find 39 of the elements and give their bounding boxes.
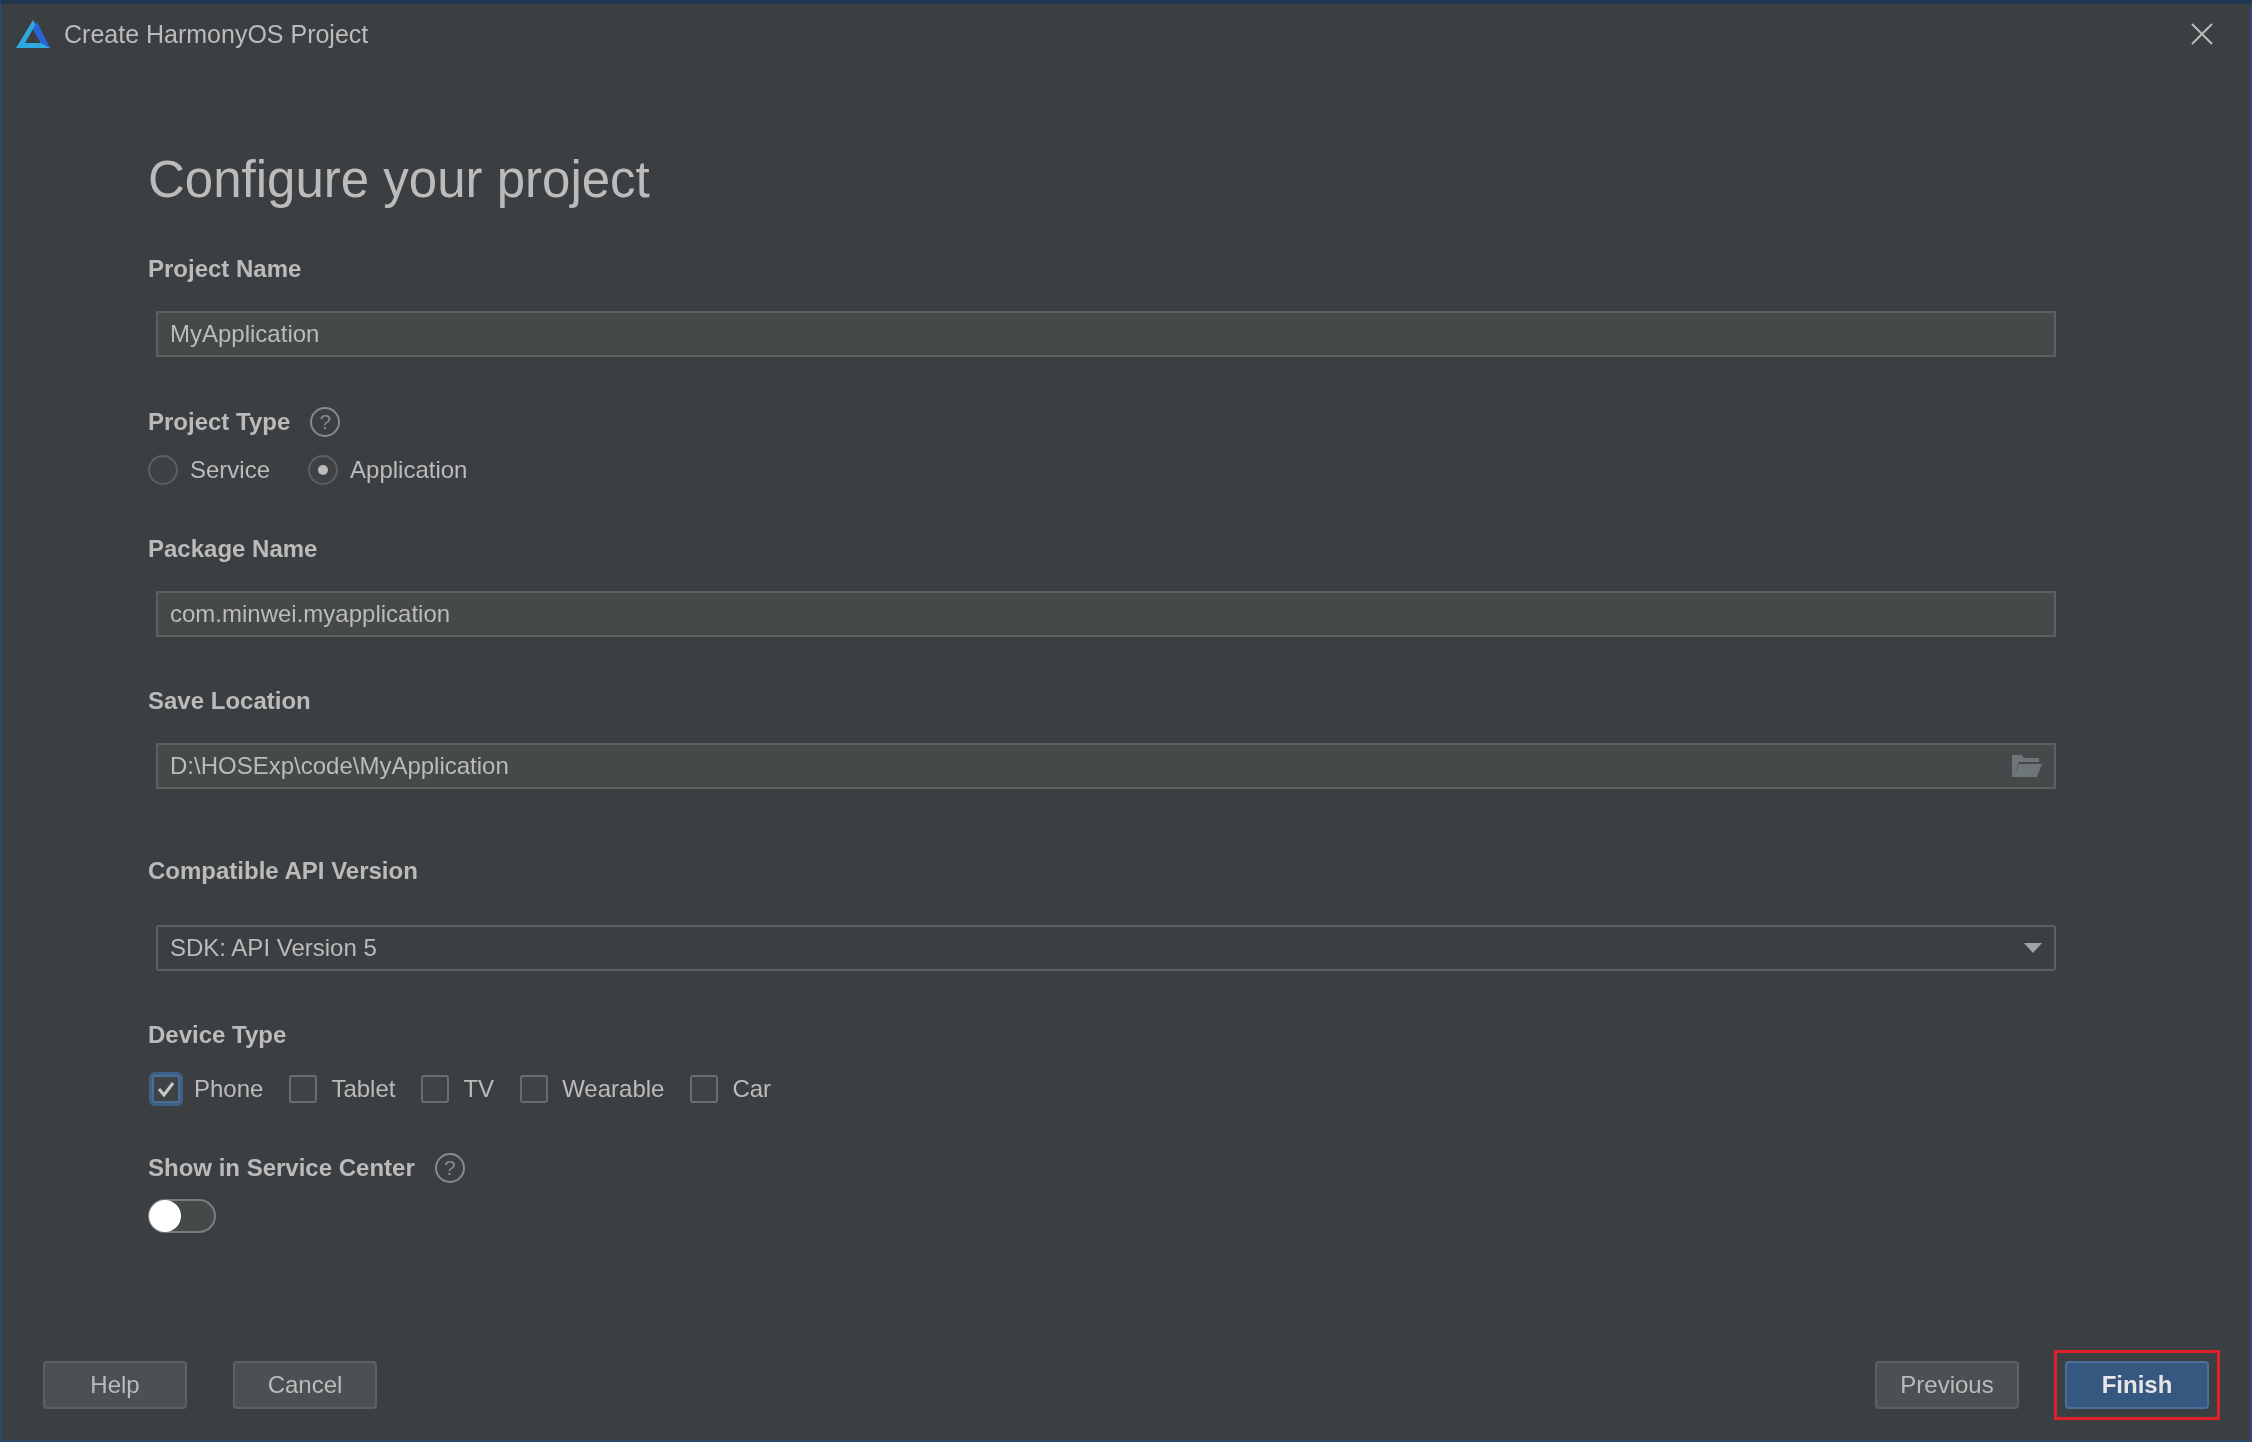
radio-label[interactable]: Application bbox=[350, 456, 468, 484]
field-label: Compatible API Version bbox=[148, 857, 418, 885]
checkbox[interactable] bbox=[520, 1075, 549, 1103]
help-icon[interactable]: ? bbox=[434, 1153, 465, 1183]
checkbox[interactable] bbox=[421, 1075, 450, 1103]
caret-icon bbox=[2024, 943, 2042, 953]
radio-button[interactable] bbox=[148, 455, 178, 485]
checkbox[interactable] bbox=[690, 1075, 719, 1103]
path-field[interactable]: D:\HOSExp\code\MyApplication bbox=[156, 743, 2056, 789]
page-heading: Configure your project bbox=[148, 150, 650, 209]
checkbox-label[interactable]: Wearable bbox=[562, 1075, 665, 1103]
checkbox[interactable] bbox=[289, 1075, 318, 1103]
radio-label[interactable]: Service bbox=[190, 456, 271, 484]
checkbox-label[interactable]: Car bbox=[732, 1075, 772, 1103]
checkbox-label[interactable]: Tablet bbox=[331, 1075, 396, 1103]
dialog-button[interactable]: Finish bbox=[2065, 1361, 2209, 1409]
check-icon bbox=[157, 1081, 175, 1097]
field-label: Project Name bbox=[148, 255, 302, 283]
radio-button[interactable] bbox=[308, 455, 339, 485]
field-label: Package Name bbox=[148, 535, 318, 563]
field-label: Save Location bbox=[148, 687, 311, 715]
checkbox-label[interactable]: TV bbox=[463, 1075, 495, 1103]
field-label: Device Type bbox=[148, 1021, 287, 1049]
text-field[interactable]: com.minwei.myapplication bbox=[156, 591, 2056, 637]
version-dropdown[interactable]: SDK: API Version 5 bbox=[156, 925, 2056, 971]
help-icon[interactable]: ? bbox=[310, 407, 341, 437]
dialog-button[interactable]: Previous bbox=[1875, 1361, 2019, 1409]
window-title: Create HarmonyOS Project bbox=[64, 19, 370, 49]
field-label: Project Type bbox=[148, 408, 291, 436]
checkbox-label[interactable]: Phone bbox=[194, 1075, 264, 1103]
close-icon[interactable] bbox=[2190, 22, 2214, 46]
toggle-switch[interactable] bbox=[148, 1199, 216, 1233]
dialog-button[interactable]: Help bbox=[43, 1361, 187, 1409]
folder-icon[interactable] bbox=[2012, 755, 2042, 777]
logo-icon bbox=[16, 20, 50, 48]
text-field[interactable]: MyApplication bbox=[156, 311, 2056, 357]
dialog-button[interactable]: Cancel bbox=[233, 1361, 377, 1409]
field-label: Show in Service Center bbox=[148, 1154, 415, 1182]
checkbox[interactable] bbox=[152, 1075, 180, 1103]
